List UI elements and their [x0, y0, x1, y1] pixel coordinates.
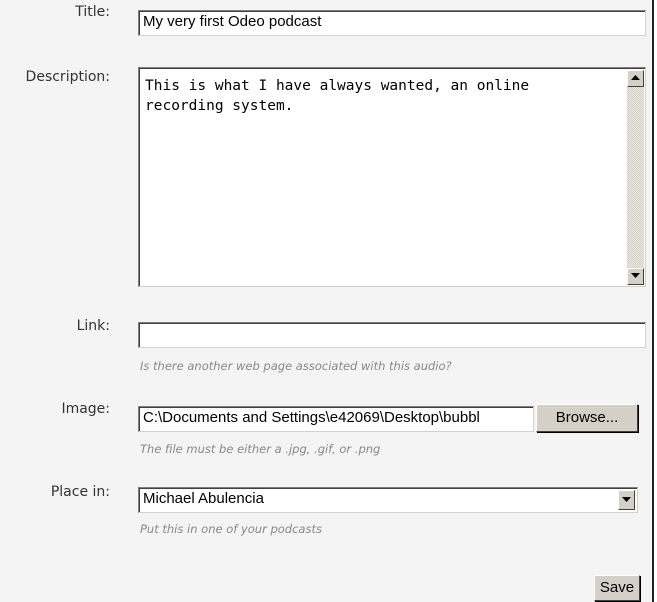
link-hint: Is there another web page associated wit… [140, 359, 452, 373]
save-button[interactable]: Save [594, 575, 640, 601]
image-file-input[interactable]: C:\Documents and Settings\e42069\Desktop… [138, 406, 534, 432]
description-label: Description: [25, 69, 110, 85]
place-in-selected-value: Michael Abulencia [143, 490, 264, 507]
description-textarea[interactable]: This is what I have always wanted, an on… [138, 67, 646, 287]
image-label: Image: [61, 401, 110, 417]
place-in-hint: Put this in one of your podcasts [140, 522, 322, 536]
description-text: This is what I have always wanted, an on… [145, 78, 538, 114]
chevron-down-icon[interactable] [618, 490, 635, 510]
description-scrollbar[interactable] [627, 70, 644, 285]
place-in-select[interactable]: Michael Abulencia [138, 487, 638, 513]
title-input[interactable]: My very first Odeo podcast [138, 10, 646, 36]
link-input[interactable] [138, 322, 646, 348]
title-label: Title: [75, 4, 110, 20]
image-hint: The file must be either a .jpg, .gif, or… [140, 442, 381, 456]
place-in-label: Place in: [50, 484, 110, 500]
podcast-form: Title: My very first Odeo podcast Descri… [0, 0, 654, 602]
browse-button[interactable]: Browse... [536, 404, 638, 432]
link-label: Link: [76, 318, 110, 334]
scroll-down-arrow-icon[interactable] [627, 268, 644, 285]
scroll-up-arrow-icon[interactable] [627, 70, 644, 87]
